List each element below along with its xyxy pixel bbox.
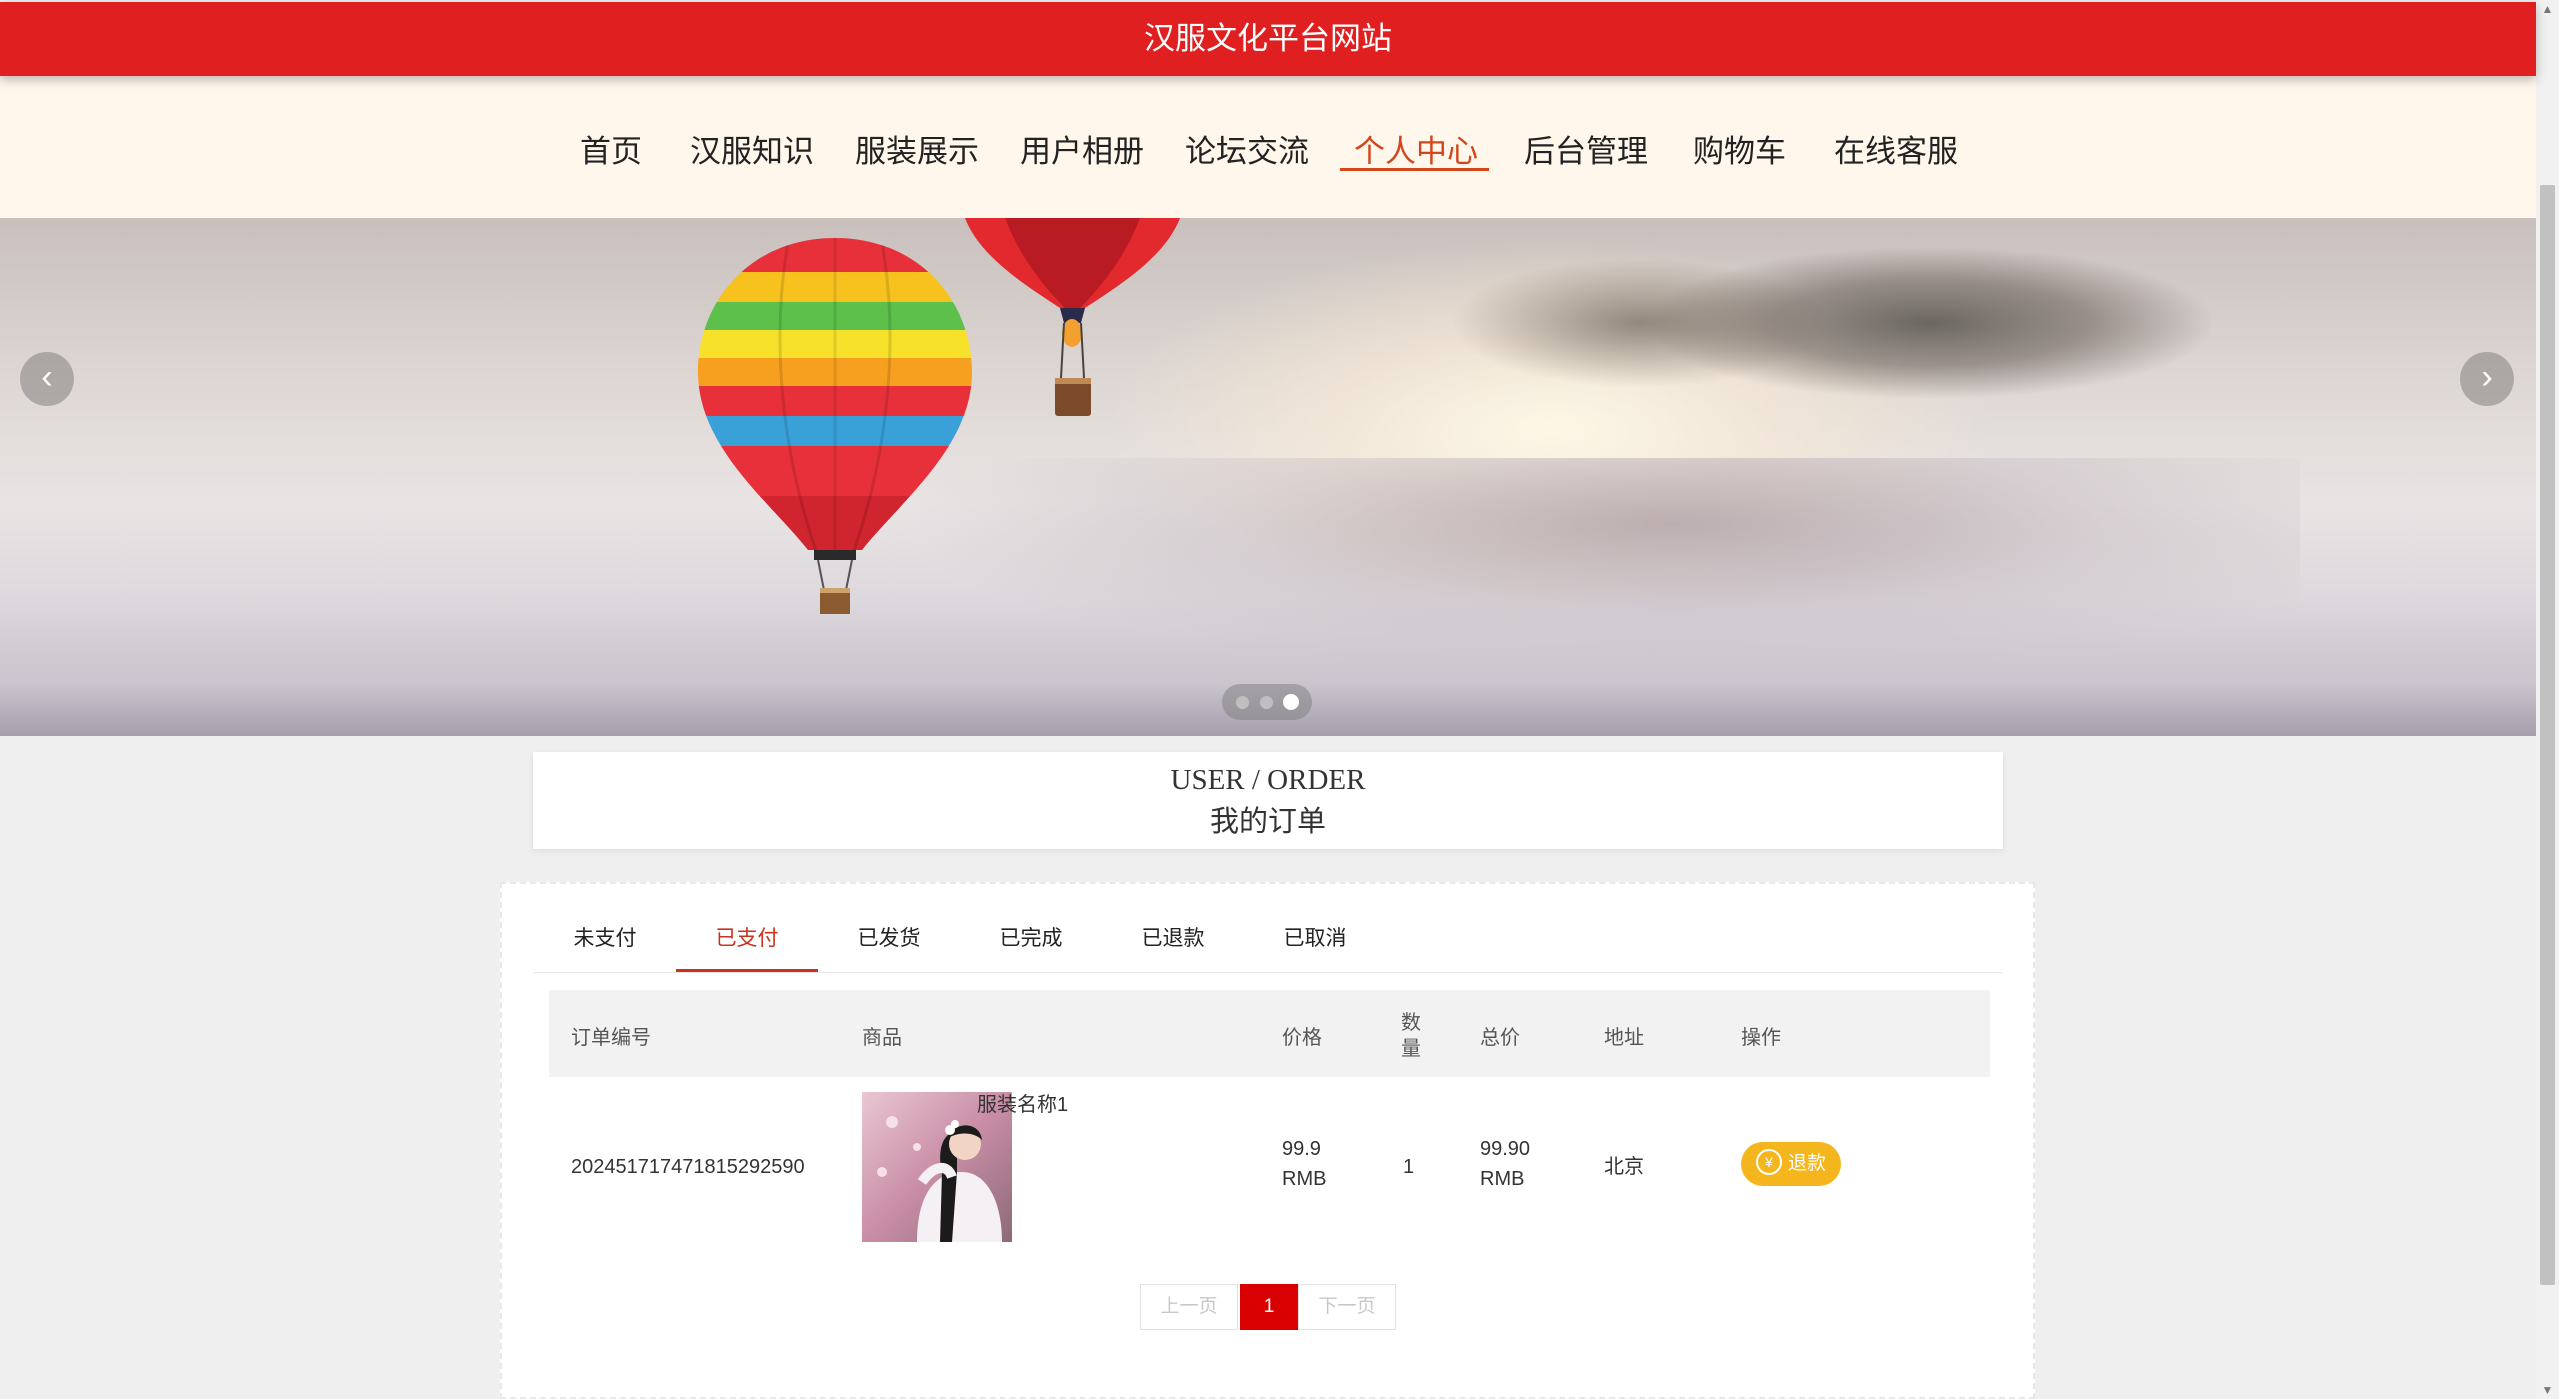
header-total: 总价 (1480, 1027, 1520, 1049)
yen-icon: ¥ (1755, 1148, 1782, 1175)
total-unit: RMB (1480, 1168, 1525, 1190)
nav-item-hanfu-knowledge[interactable]: 汉服知识 (690, 126, 814, 171)
quantity-value: 1 (1403, 1156, 1415, 1178)
site-title-bar: 汉服文化平台网站 (0, 2, 2536, 76)
pagination-prev-button[interactable]: 上一页 (1140, 1284, 1238, 1330)
chevron-left-icon: ‹ (41, 358, 53, 396)
header-price: 价格 (1282, 1027, 1322, 1049)
site-title: 汉服文化平台网站 (1144, 21, 1392, 56)
order-status-tabs: 未支付 已支付 已发货 已完成 已退款 已取消 (534, 914, 2002, 973)
nav-item-personal-center[interactable]: 个人中心 (1354, 126, 1478, 171)
carousel-dot-active[interactable] (1283, 694, 1299, 710)
tab-paid[interactable]: 已支付 (676, 914, 818, 972)
hot-air-balloon-image (965, 218, 1180, 416)
banner-cloud (1650, 248, 2210, 398)
tab-completed[interactable]: 已完成 (960, 914, 1102, 972)
section-title-en: USER / ORDER (1170, 764, 1366, 796)
main-nav: 首页 汉服知识 服装展示 用户相册 论坛交流 个人中心 后台管理 购物车 在线客… (0, 76, 2536, 218)
scroll-up-arrow-icon[interactable]: ▲ (2536, 0, 2559, 18)
nav-item-clothing-showcase[interactable]: 服装展示 (855, 126, 979, 171)
order-number: 2024517174718152925​90 (571, 1156, 805, 1178)
nav-item-cart[interactable]: 购物车 (1693, 126, 1786, 171)
carousel-next-button[interactable]: › (2460, 352, 2514, 406)
tab-cancelled[interactable]: 已取消 (1244, 914, 1386, 972)
nav-item-online-service[interactable]: 在线客服 (1834, 126, 1958, 171)
address-value: 北京 (1604, 1156, 1644, 1178)
tab-unpaid[interactable]: 未支付 (534, 914, 676, 972)
product-name[interactable]: 服装名称1 (977, 1090, 1068, 1120)
page-scrollbar[interactable]: ▲ ▼ (2536, 0, 2559, 1399)
carousel-dot[interactable] (1260, 696, 1273, 709)
orders-panel: 未支付 已支付 已发货 已完成 已退款 已取消 订单编号 商品 价格 数 量 总… (500, 882, 2035, 1399)
scrollbar-thumb[interactable] (2540, 185, 2555, 1285)
header-action: 操作 (1741, 1027, 1781, 1049)
pagination-page-current[interactable]: 1 (1240, 1284, 1298, 1330)
nav-item-home[interactable]: 首页 (580, 126, 642, 171)
header-order-no: 订单编号 (571, 1027, 651, 1049)
price-value: 99.9 (1282, 1138, 1321, 1160)
section-title-cn: 我的订单 (1209, 806, 1326, 838)
refund-button[interactable]: ¥ 退款 (1741, 1142, 1841, 1186)
carousel-prev-button[interactable]: ‹ (20, 352, 74, 406)
pagination-next-button[interactable]: 下一页 (1298, 1284, 1396, 1330)
nav-item-forum[interactable]: 论坛交流 (1185, 126, 1309, 171)
price-unit: RMB (1282, 1168, 1327, 1190)
carousel-indicators (1222, 684, 1312, 720)
banner-carousel: ‹ › (0, 218, 2536, 736)
section-title-card: USER / ORDER 我的订单 (533, 752, 2003, 849)
nav-item-user-album[interactable]: 用户相册 (1020, 126, 1144, 171)
chevron-right-icon: › (2481, 358, 2493, 396)
carousel-dot[interactable] (1236, 696, 1249, 709)
header-address: 地址 (1604, 1027, 1644, 1049)
nav-item-admin[interactable]: 后台管理 (1524, 126, 1648, 171)
orders-table-header: 订单编号 商品 价格 数 量 总价 地址 操作 (549, 990, 1990, 1077)
total-value: 99.90 (1480, 1138, 1531, 1160)
nav-active-underline (1340, 168, 1489, 171)
tab-refunded[interactable]: 已退款 (1102, 914, 1244, 972)
hot-air-balloon-image (698, 238, 972, 614)
refund-button-label: 退款 (1787, 1153, 1826, 1174)
header-product: 商品 (862, 1027, 902, 1049)
tab-shipped[interactable]: 已发货 (818, 914, 960, 972)
header-quantity-2: 量 (1401, 1038, 1421, 1060)
header-quantity-1: 数 (1401, 1012, 1421, 1034)
scroll-down-arrow-icon[interactable]: ▼ (2536, 1381, 2559, 1399)
